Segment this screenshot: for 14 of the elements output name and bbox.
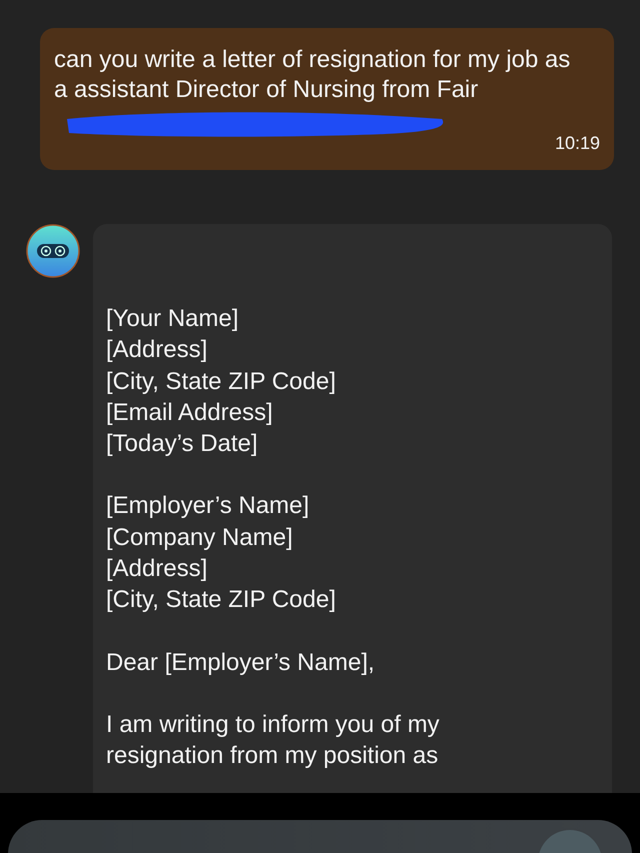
- letter-line: [Today’s Date]: [106, 429, 259, 460]
- letter-line: [Email Address]: [106, 398, 274, 428]
- message-time: 10:19: [554, 133, 600, 154]
- message-text: can you write a letter of resignation for my job as a assistant Director of Nursing from Fair: [54, 45, 572, 105]
- letter-line: [Address]: [106, 554, 208, 584]
- letter-paragraph: I am writing to inform you of my resignation from my position as: [106, 710, 440, 772]
- letter-line: [City, State ZIP Code]: [106, 366, 337, 397]
- letter-line: Dear [Employer’s Name],: [106, 648, 376, 678]
- letter-line: [Company Name]: [106, 522, 294, 553]
- letter-line: [Your Name]: [106, 304, 240, 334]
- letter-line: [City, State ZIP Code]: [106, 585, 337, 616]
- letter-line: [Address]: [106, 335, 208, 366]
- robot-avatar-icon: [26, 224, 80, 278]
- letter-line: [Employer’s Name]: [106, 491, 310, 522]
